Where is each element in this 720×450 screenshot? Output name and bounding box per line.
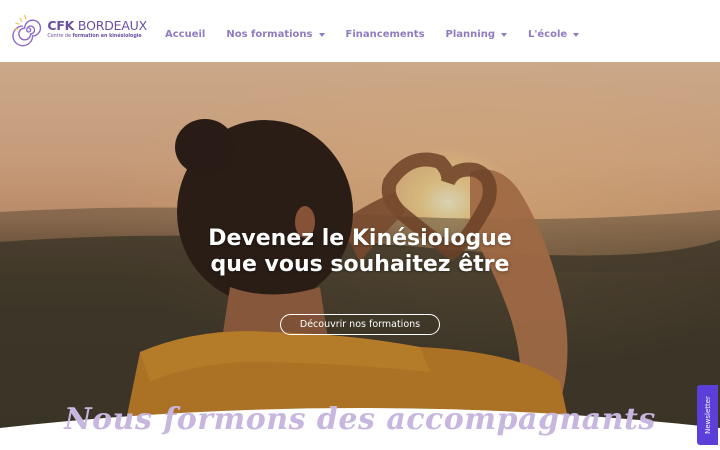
site-header: CFK BORDEAUX Centre de formation en kiné… [0, 0, 720, 62]
nav-item-planning[interactable]: Planning [446, 29, 507, 40]
main-nav: Accueil Nos formations Financements Plan… [165, 29, 580, 40]
discover-formations-button[interactable]: Découvrir nos formations [280, 314, 440, 335]
logo-spiral-icon [12, 14, 42, 47]
chevron-down-icon [500, 32, 507, 37]
chevron-down-icon [318, 32, 325, 37]
site-logo[interactable]: CFK BORDEAUX Centre de formation en kiné… [12, 12, 147, 48]
nav-item-l-ecole[interactable]: L'école [528, 29, 580, 40]
logo-subtitle: Centre de formation en kinésiologie [47, 34, 142, 40]
hero-headline: Devenez le Kinésiologue que vous souhait… [208, 226, 512, 277]
logo-title: CFK BORDEAUX [47, 17, 147, 33]
nav-item-accueil[interactable]: Accueil [165, 29, 205, 40]
hero-banner: Devenez le Kinésiologue que vous souhait… [0, 62, 720, 450]
nav-item-nos-formations[interactable]: Nos formations [226, 29, 325, 40]
section-heading: Nous formons des accompagnants [64, 402, 656, 437]
newsletter-tab-label: Newsletter [703, 396, 712, 434]
chevron-down-icon [573, 32, 580, 37]
nav-item-financements[interactable]: Financements [346, 29, 425, 40]
newsletter-tab[interactable]: Newsletter [697, 385, 718, 445]
logo-text: CFK BORDEAUX Centre de formation en kiné… [47, 17, 147, 40]
